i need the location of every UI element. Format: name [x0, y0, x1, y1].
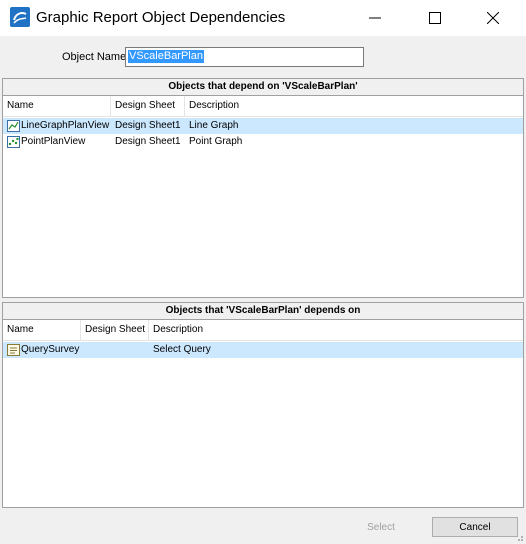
row-design-sheet: Design Sheet1: [115, 120, 181, 131]
cancel-button[interactable]: Cancel: [432, 517, 518, 537]
table-row[interactable]: QuerySurvey Select Query: [3, 342, 523, 358]
table-row[interactable]: PointPlanView Design Sheet1 Point Graph: [3, 134, 523, 150]
row-description: Select Query: [153, 344, 211, 355]
column-header-name[interactable]: Name: [3, 320, 81, 340]
dependents-panel-header: Objects that depend on 'VScaleBarPlan': [3, 79, 523, 96]
column-header-description[interactable]: Description: [149, 320, 523, 340]
dialog-body: Object Name VScaleBarPlan Objects that d…: [0, 36, 526, 544]
app-icon: [10, 7, 30, 27]
minimize-icon: [369, 17, 381, 19]
close-button[interactable]: [470, 0, 516, 36]
object-name-field[interactable]: VScaleBarPlan: [125, 47, 364, 67]
row-name: QuerySurvey: [21, 344, 80, 355]
dependents-panel: Objects that depend on 'VScaleBarPlan' N…: [2, 78, 524, 298]
row-name: PointPlanView: [21, 136, 86, 147]
object-name-label: Object Name: [62, 51, 127, 63]
column-header-design-sheet[interactable]: Design Sheet: [81, 320, 149, 340]
window-title: Graphic Report Object Dependencies: [36, 9, 286, 26]
dependencies-panel: Objects that 'VScaleBarPlan' depends on …: [2, 302, 524, 508]
column-header-description[interactable]: Description: [185, 96, 523, 116]
row-description: Point Graph: [189, 136, 243, 147]
column-header-design-sheet[interactable]: Design Sheet: [111, 96, 185, 116]
title-bar: Graphic Report Object Dependencies: [0, 0, 526, 36]
dependents-column-headers: Name Design Sheet Description: [3, 96, 523, 117]
point-graph-icon: [7, 136, 20, 148]
row-description: Line Graph: [189, 120, 239, 131]
close-icon: [487, 12, 499, 24]
resize-grip-icon[interactable]: [514, 532, 524, 542]
dependencies-column-headers: Name Design Sheet Description: [3, 320, 523, 341]
table-row[interactable]: LineGraphPlanView Design Sheet1 Line Gra…: [3, 118, 523, 134]
column-header-name[interactable]: Name: [3, 96, 111, 116]
minimize-button[interactable]: [352, 0, 398, 36]
maximize-icon: [429, 12, 441, 24]
button-bar: Select Cancel: [0, 511, 526, 544]
select-button[interactable]: Select: [338, 517, 424, 537]
line-graph-icon: [7, 120, 20, 132]
query-icon: [7, 344, 20, 356]
dependencies-panel-header: Objects that 'VScaleBarPlan' depends on: [3, 303, 523, 320]
object-name-value: VScaleBarPlan: [128, 50, 204, 63]
row-design-sheet: Design Sheet1: [115, 136, 181, 147]
maximize-button[interactable]: [412, 0, 458, 36]
row-name: LineGraphPlanView: [21, 120, 110, 131]
